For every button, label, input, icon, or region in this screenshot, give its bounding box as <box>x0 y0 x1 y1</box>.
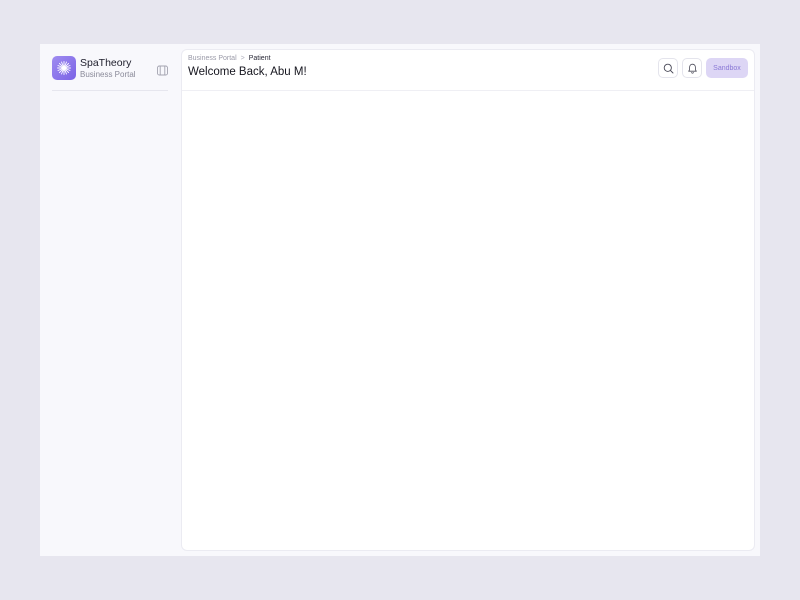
breadcrumb-separator: > <box>240 55 245 62</box>
sparkle-icon <box>52 56 76 80</box>
content-area <box>182 91 754 550</box>
breadcrumb-current: Patient <box>248 55 271 62</box>
brand-block: SpaTheory Business Portal <box>52 56 168 91</box>
breadcrumb-parent[interactable]: Business Portal <box>188 55 237 62</box>
sandbox-button[interactable]: Sandbox <box>706 58 748 78</box>
brand-name: SpaTheory <box>80 57 132 69</box>
search-button[interactable] <box>658 58 678 78</box>
sidebar: SpaTheory Business Portal <box>40 44 180 556</box>
sidebar-toggle-icon[interactable] <box>157 63 168 76</box>
search-icon <box>663 63 674 74</box>
main-panel: Business Portal > Patient Welcome Back, … <box>181 49 755 551</box>
page-title: Welcome Back, Abu M! <box>188 66 307 78</box>
brand-subtitle: Business Portal <box>80 70 136 79</box>
app-window: SpaTheory Business Portal Business Porta… <box>40 44 760 556</box>
breadcrumb: Business Portal > Patient <box>188 55 271 62</box>
notifications-button[interactable] <box>682 58 702 78</box>
page-header: Business Portal > Patient Welcome Back, … <box>182 50 754 91</box>
bell-icon <box>687 63 698 74</box>
